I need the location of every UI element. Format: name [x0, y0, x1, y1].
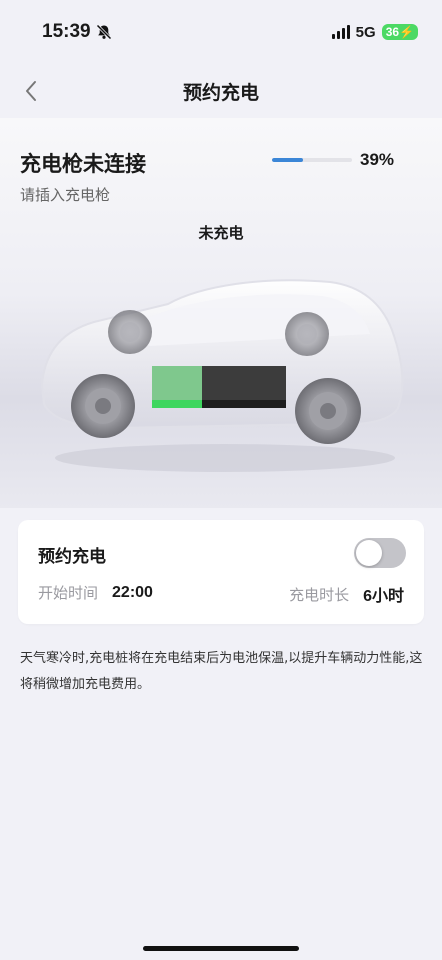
battery-progress-fill [272, 158, 304, 162]
nav-bar: 预约充电 [0, 64, 442, 118]
cellular-signal-icon [331, 25, 350, 39]
bell-slash-icon [96, 24, 112, 40]
charging-note: 天气寒冷时,充电桩将在充电结束后为电池保温,以提升车辆动力性能,这将稍微增加充电… [20, 651, 423, 692]
page-title: 预约充电 [182, 81, 259, 104]
start-time-value: 22:00 [112, 583, 153, 601]
duration-value: 6小时 [363, 588, 404, 605]
duration-label: 充电时长 [289, 585, 350, 604]
schedule-card: 预约充电 开始时间 22:00 充电时长 6小时 [18, 520, 424, 624]
schedule-title: 预约充电 [38, 547, 106, 567]
back-button[interactable] [16, 76, 46, 106]
connection-hint: 请插入充电枪 [20, 186, 111, 204]
start-time-row[interactable]: 开始时间 22:00 [38, 582, 153, 603]
battery-level: 36 [385, 25, 400, 39]
connection-status: 充电枪未连接 [20, 152, 146, 176]
car-illustration [40, 279, 404, 472]
battery-progress-bar [272, 158, 352, 162]
chevron-left-icon [26, 81, 36, 101]
status-indicators: 5G 36⚡ [331, 23, 418, 41]
home-indicator[interactable] [143, 946, 299, 951]
status-time-text: 15:39 [42, 21, 91, 42]
schedule-toggle[interactable] [354, 538, 406, 568]
duration-row[interactable]: 充电时长 6小时 [289, 582, 404, 606]
toggle-knob [356, 540, 382, 566]
status-time: 15:39 [42, 21, 113, 43]
charge-status-panel: 充电枪未连接 请插入充电枪 39% 未充电 [0, 118, 442, 508]
network-type: 5G [355, 23, 376, 41]
battery-percent: 39% [360, 150, 395, 169]
charging-state: 未充电 [198, 224, 244, 242]
status-bar: 15:39 5G 36⚡ [0, 0, 442, 64]
battery-charging-icon: 36⚡ [381, 24, 418, 40]
start-time-label: 开始时间 [38, 584, 99, 602]
